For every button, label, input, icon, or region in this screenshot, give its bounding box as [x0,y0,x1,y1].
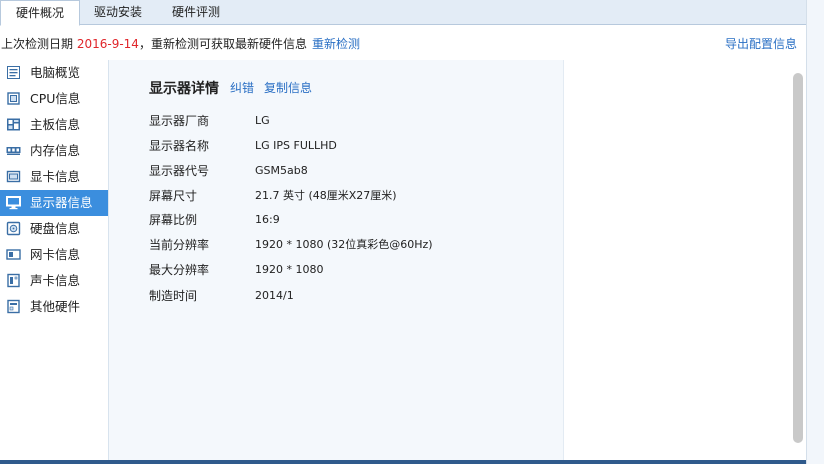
sidebar-item-other-hardware[interactable]: 其他硬件 [0,294,108,320]
sidebar-item-label: 主板信息 [30,117,81,132]
sidebar-item-sound[interactable]: 声卡信息 [0,268,108,294]
copy-info-link[interactable]: 复制信息 [264,79,312,96]
sidebar-item-harddisk[interactable]: 硬盘信息 [0,216,108,242]
last-check-date: 2016-9-14 [76,37,139,51]
detail-key: 显示器名称 [149,139,210,153]
cpu-icon [7,92,20,105]
tab-hardware-benchmark[interactable]: 硬件评测 [156,0,236,25]
sidebar-item-graphics[interactable]: 显卡信息 [0,164,108,190]
right-panel [563,60,806,464]
last-check-text: 上次检测日期 2016-9-14，重新检测可获取最新硬件信息 [1,33,307,55]
harddisk-icon [6,221,21,236]
detail-key: 当前分辨率 [149,238,210,252]
detail-value: 16:9 [255,213,280,226]
detail-value: GSM5ab8 [255,164,308,177]
monitor-detail-panel: 显示器详情 纠错 复制信息 显示器厂商 LG 显示器名称 LG IPS FULL… [108,60,563,464]
last-check-label: 上次检测日期 [1,37,77,51]
export-config-link[interactable]: 导出配置信息 [725,33,797,55]
sidebar-item-memory[interactable]: 内存信息 [0,138,108,164]
detail-title: 显示器详情 [149,81,219,97]
sidebar-item-label: 网卡信息 [30,247,81,262]
detail-value: 2014/1 [255,289,294,302]
detail-key: 屏幕比例 [149,213,198,227]
computer-icon [7,66,20,79]
sidebar-item-cpu[interactable]: CPU信息 [0,86,108,112]
window-edge [806,0,824,464]
detail-value: LG [255,114,270,127]
monitor-icon [6,196,21,210]
sidebar-item-label: 电脑概览 [30,65,81,80]
graphics-card-icon [6,170,21,183]
tab-driver-install[interactable]: 驱动安装 [80,0,156,25]
memory-icon [6,147,21,155]
sidebar-item-monitor[interactable]: 显示器信息 [0,190,108,216]
detail-value: 1920 * 1080 [255,263,324,276]
sidebar-item-label: 硬盘信息 [30,221,81,236]
sidebar-item-label: 显示器信息 [30,195,93,210]
motherboard-icon [7,118,20,131]
detail-value: 21.7 英寸 (48厘米X27厘米) [255,189,397,202]
other-hardware-icon [7,299,20,314]
detail-key: 最大分辨率 [149,263,210,277]
detail-key: 显示器代号 [149,164,210,178]
tab-bar: 硬件概况 驱动安装 硬件评测 [0,0,806,26]
sidebar-item-label: CPU信息 [30,91,81,106]
detail-value: LG IPS FULLHD [255,139,337,152]
detail-key: 显示器厂商 [149,114,210,128]
vertical-scrollbar[interactable] [793,73,803,443]
info-bar: 上次检测日期 2016-9-14，重新检测可获取最新硬件信息 重新检测 导出配置… [0,33,806,55]
sidebar: 电脑概览 CPU信息 主板信息 内存信息 显卡信息 显示器信息 硬盘信息 网卡信… [0,60,108,464]
detail-key: 屏幕尺寸 [149,189,198,203]
sidebar-item-label: 内存信息 [30,143,81,158]
detail-value: 1920 * 1080 (32位真彩色@60Hz) [255,238,433,251]
sidebar-item-label: 显卡信息 [30,169,81,184]
sidebar-item-label: 其他硬件 [30,299,81,314]
sidebar-item-computer-overview[interactable]: 电脑概览 [0,60,108,86]
last-check-hint: ，重新检测可获取最新硬件信息 [138,37,307,51]
network-card-icon [6,249,21,260]
recheck-link[interactable]: 重新检测 [312,33,360,55]
sound-card-icon [7,273,20,288]
sidebar-item-network[interactable]: 网卡信息 [0,242,108,268]
detail-key: 制造时间 [149,289,198,303]
sidebar-item-motherboard[interactable]: 主板信息 [0,112,108,138]
tab-hardware-overview[interactable]: 硬件概况 [0,0,80,26]
sidebar-item-label: 声卡信息 [30,273,81,288]
bottom-border [0,460,806,464]
correct-link[interactable]: 纠错 [230,79,254,96]
